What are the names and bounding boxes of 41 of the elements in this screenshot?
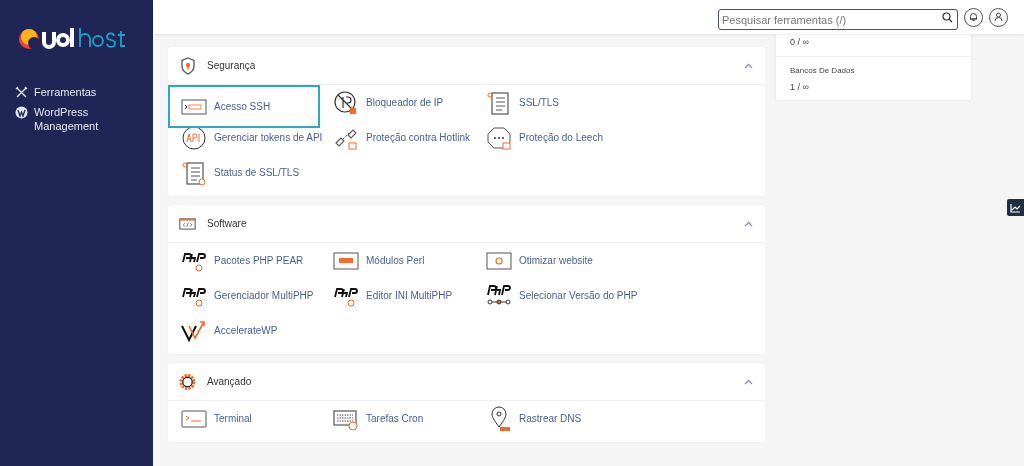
- tool-link[interactable]: Gerenciador MultiPHP: [168, 278, 320, 313]
- tool-link[interactable]: Status de SSL/TLS: [168, 155, 320, 190]
- tool-link[interactable]: Pacotes PHP PEAR: [168, 243, 320, 278]
- tool-link[interactable]: Tarefas Cron: [320, 401, 473, 436]
- search-icon: [942, 11, 953, 23]
- sidebar-item[interactable]: Ferramentas: [0, 82, 153, 102]
- chevron-icon: [743, 62, 753, 69]
- tool-link[interactable]: AccelerateWP: [168, 313, 320, 348]
- tool-link[interactable]: SSL/TLS: [473, 85, 673, 120]
- tool-link[interactable]: Módulos Perl: [320, 243, 473, 278]
- section-title: Avançado: [207, 375, 253, 389]
- tool-link[interactable]: Proteção do Leech: [473, 120, 673, 155]
- code-window-icon: [179, 216, 196, 231]
- tool-link[interactable]: Acesso SSH: [168, 85, 320, 128]
- shield-icon: [179, 56, 196, 75]
- tool-link[interactable]: Selecionar Versão do PHP: [473, 278, 673, 313]
- tools-icon: [15, 86, 28, 99]
- tool-link[interactable]: Rastrear DNS: [473, 401, 673, 436]
- user-icon: [994, 12, 1003, 22]
- stat-value: 0 / ∞: [790, 36, 810, 49]
- tool-link[interactable]: Editor INI MultiPHP: [320, 278, 473, 313]
- bell-icon: [969, 12, 978, 22]
- wordpress-icon: [15, 106, 28, 119]
- document-list-icon: [181, 159, 207, 186]
- tool-link[interactable]: Otimizar website: [473, 243, 673, 278]
- chevron-icon: [743, 220, 753, 227]
- chevron-icon: [743, 378, 753, 385]
- tool-link[interactable]: Terminal: [168, 401, 320, 436]
- section-title: Software: [207, 217, 248, 231]
- document-list-icon: [486, 89, 512, 116]
- chart-icon: [1010, 202, 1021, 213]
- gear-icon: [179, 372, 196, 391]
- search-field[interactable]: Pesquisar ferramentas (/): [718, 9, 958, 30]
- octagon-lock-icon: [486, 124, 512, 151]
- tool-link[interactable]: Bloqueador de IP: [320, 85, 473, 120]
- stat-label: Bancos De Dados: [790, 64, 856, 77]
- section-title: Segurança: [207, 59, 257, 73]
- stat-value: 1 / ∞: [790, 80, 810, 94]
- sidebar-item[interactable]: WordPress Management: [0, 102, 153, 136]
- stats-toggle-button[interactable]: [1007, 199, 1024, 216]
- blocked-circle-icon: [333, 89, 359, 116]
